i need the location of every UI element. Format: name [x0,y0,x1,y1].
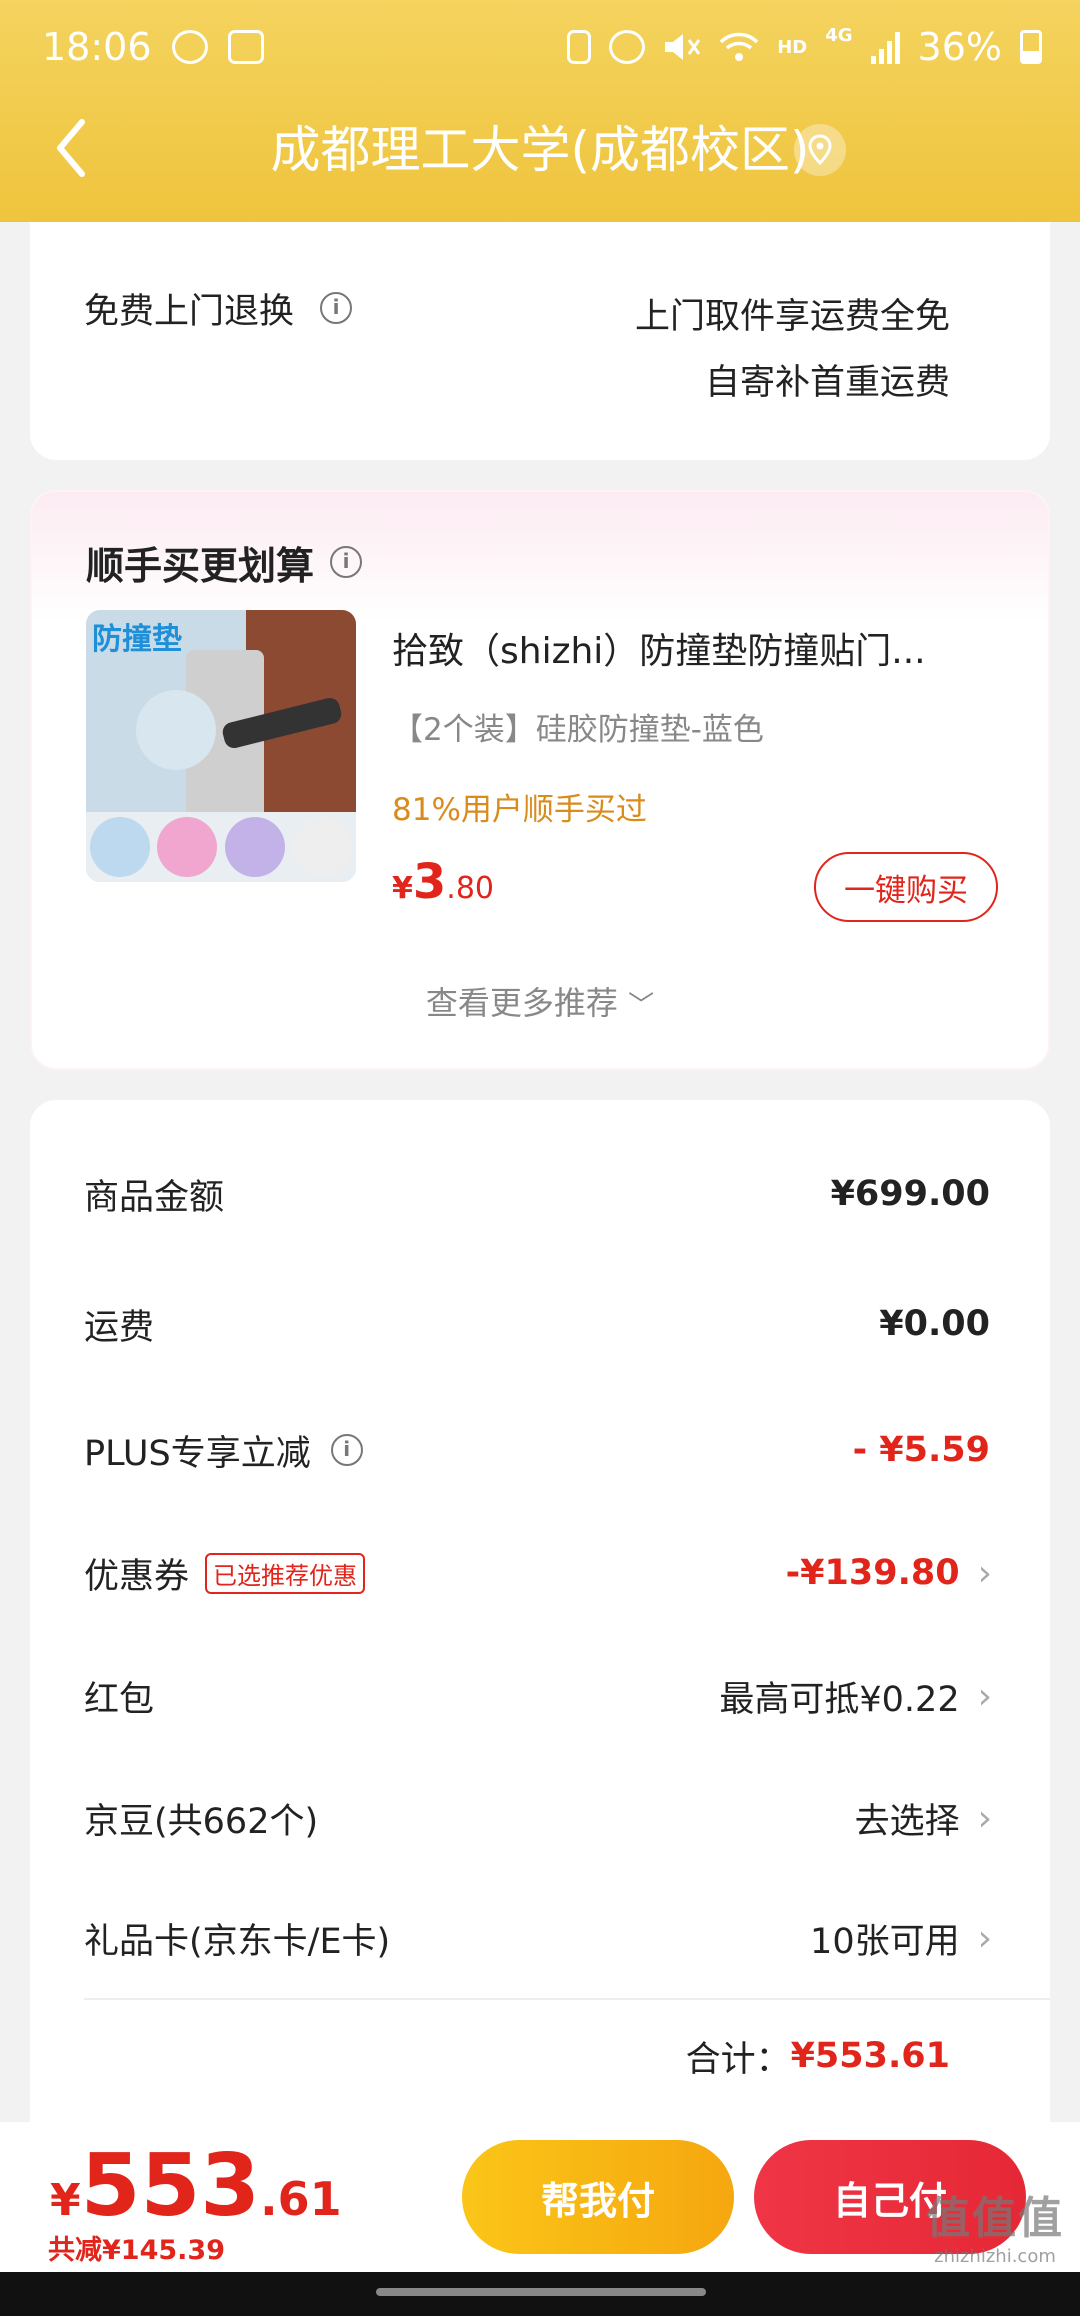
returns-desc: 上门取件享运费全免 自寄补首重运费 [635,284,950,416]
product-image[interactable]: 防撞垫 [86,610,356,882]
network-type: 4G [825,25,853,46]
coupon-tag: 已选推荐优惠 [205,1552,366,1594]
signal-icon [870,30,900,64]
product-name[interactable]: 拾致（shizhi）防撞垫防撞贴门... [392,622,926,674]
product-image-title: 防撞垫 [92,622,182,657]
mute-icon [665,34,701,60]
wechat-icon [171,30,208,64]
checkout-bar: ¥ 553 .61 共减¥145.39 帮我付 自己付 值值值 zhizhizh… [0,2122,1080,2272]
help-pay-button[interactable]: 帮我付 [462,2140,734,2254]
more-recommend-label: 查看更多推荐 [425,984,618,1022]
freight-row: 运费 ¥0.00 [84,1294,990,1354]
gift-card-row[interactable]: 礼品卡(京东卡/E卡) 10张可用 › [84,1908,992,1968]
gift-card-value: 10张可用 [810,1921,960,1962]
total-label: 合计： [685,2039,791,2080]
divider [84,1998,1050,2000]
gift-card-label: 礼品卡(京东卡/E卡) [84,1921,391,1962]
product-spec: 【2个装】硅胶防撞垫-蓝色 [392,712,764,748]
coupon-row[interactable]: 优惠券 已选推荐优惠 -¥139.80 › [84,1543,992,1603]
returns-label: 免费上门退换 [84,291,295,332]
watermark: 值值值 zhizhizhi.com [926,2182,1064,2267]
total-discount: 共减¥145.39 [48,2235,225,2266]
home-indicator[interactable] [376,2288,706,2296]
price-symbol: ¥ [50,2175,81,2226]
plus-discount-row: PLUS专享立减 i - ¥5.59 [84,1420,990,1480]
red-packet-label: 红包 [84,1679,155,1720]
battery-icon [1020,30,1042,64]
plus-discount-value: - ¥5.59 [852,1430,990,1470]
recommend-card: 顺手买更划算 i 防撞垫 拾致（shizhi）防撞垫防撞贴门... 【2个装】硅… [30,490,1050,1070]
wifi-icon [719,32,759,61]
jingdou-label: 京豆(共662个) [84,1801,319,1842]
returns-line2: 自寄补首重运费 [704,363,950,403]
delivery-address-title[interactable]: 成都理工大学(成都校区) [0,118,1080,182]
red-packet-row[interactable]: 红包 最高可抵¥0.22 › [84,1666,992,1726]
chevron-right-icon: › [977,1675,992,1717]
chevron-right-icon: › [977,1552,992,1594]
chevron-right-icon: › [977,1797,992,1839]
price-int: 553 [80,2136,261,2236]
battery-percent: 36% [917,25,1002,69]
hd-indicator: HD [777,36,808,58]
returns-card: 免费上门退换 i 上门取件享运费全免 自寄补首重运费 [30,222,1050,460]
coupon-label: 优惠券 [84,1556,190,1597]
goods-amount-row: 商品金额 ¥699.00 [84,1164,990,1224]
chevron-down-icon: ﹀ [628,991,655,1021]
one-click-buy-button[interactable]: 一键购买 [814,852,998,922]
price-int: 3 [412,854,447,910]
jingdou-value: 去选择 [854,1801,960,1842]
info-icon[interactable]: i [330,546,363,578]
price-dec: .80 [446,871,494,906]
more-recommend-link[interactable]: 查看更多推荐 ﹀ [32,978,1048,1024]
total-value: ¥553.61 [790,2036,950,2076]
coupon-value: -¥139.80 [785,1553,960,1593]
status-time: 18:06 [42,25,152,69]
status-bar: 18:06 HD 4G 36% [42,22,1042,72]
chevron-right-icon: › [977,1917,992,1959]
system-nav-bar [0,2272,1080,2316]
goods-amount-value: ¥699.00 [830,1174,990,1214]
watermark-url: zhizhizhi.com [934,2246,1056,2267]
bought-ratio: 81%用户顺手买过 [392,792,647,828]
freight-label: 运费 [84,1307,155,1348]
recommend-title: 顺手买更划算 [86,543,315,588]
price-dec: .61 [260,2172,342,2226]
watermark-text: 值值值 [926,2193,1064,2244]
price-symbol: ¥ [392,871,413,906]
freight-value: ¥0.00 [879,1304,990,1344]
alarm-icon [609,30,646,64]
goods-amount-label: 商品金额 [84,1177,225,1218]
red-packet-value: 最高可抵¥0.22 [719,1679,960,1720]
info-icon[interactable]: i [330,1434,363,1466]
jingdou-row[interactable]: 京豆(共662个) 去选择 › [84,1788,992,1848]
total-row: 合计： ¥553.61 [686,2026,950,2086]
price-summary-card: 商品金额 ¥699.00 运费 ¥0.00 PLUS专享立减 i - ¥5.59… [30,1100,1050,2140]
info-icon[interactable]: i [320,292,353,324]
header: 18:06 HD 4G 36% 成都理工大学(成都校区) [0,0,1080,222]
payable-price: ¥ 553 .61 [50,2136,342,2236]
product-price: ¥ 3 .80 [392,854,494,910]
clipboard-icon [567,30,592,64]
returns-line1: 上门取件享运费全免 [634,297,950,337]
gallery-icon [227,30,264,64]
plus-discount-label: PLUS专享立减 [84,1433,311,1474]
location-pin-icon[interactable] [794,124,846,176]
